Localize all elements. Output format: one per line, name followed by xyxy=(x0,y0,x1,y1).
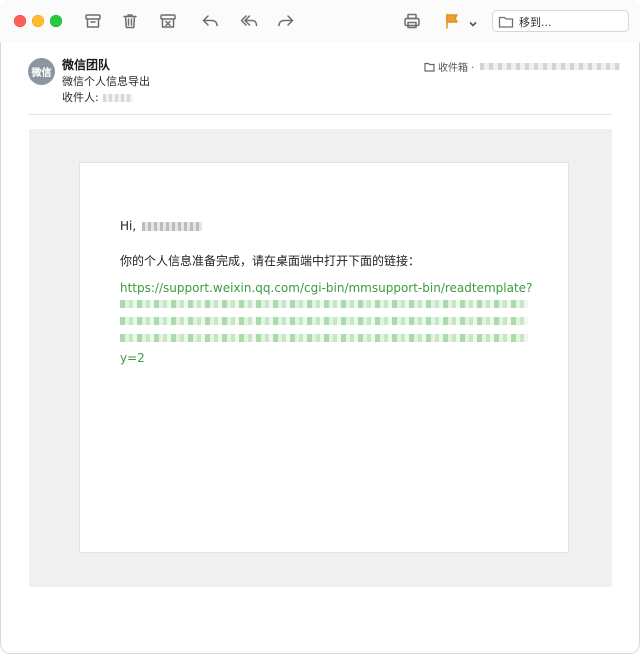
recipient-label: 收件人: xyxy=(62,91,99,104)
reply-all-icon[interactable] xyxy=(238,10,260,32)
link-redacted-2[interactable] xyxy=(120,317,528,325)
email-subject: 微信个人信息导出 xyxy=(62,75,150,88)
intro-text: 你的个人信息准备完成，请在桌面端中打开下面的链接： xyxy=(120,254,421,268)
export-link[interactable]: https://support.weixin.qq.com/cgi-bin/mm… xyxy=(120,281,532,295)
move-to-button[interactable]: 移到... xyxy=(492,10,629,32)
greeting-text: Hi, xyxy=(120,219,137,233)
mail-window: 移到... 微信 微信团队 微信个人信息导出 收件人: 收件箱 · Hi, 你的… xyxy=(0,0,640,654)
chevron-down-icon[interactable] xyxy=(468,14,482,28)
print-icon[interactable] xyxy=(401,10,423,32)
greeting-line: Hi, xyxy=(120,219,203,233)
mailbox-label: 收件箱 · xyxy=(438,63,475,74)
zoom-window-button[interactable] xyxy=(50,15,62,27)
mailbox-info: 收件箱 · xyxy=(424,59,621,74)
toolbar: 移到... xyxy=(0,0,640,42)
forward-icon[interactable] xyxy=(275,10,297,32)
move-to-label: 移到... xyxy=(519,16,552,29)
link-redacted-3[interactable] xyxy=(120,334,528,342)
close-window-button[interactable] xyxy=(14,15,26,27)
export-link-end[interactable]: y=2 xyxy=(120,351,145,365)
date-redacted xyxy=(480,63,621,70)
flag-icon[interactable] xyxy=(441,10,463,32)
message-card: Hi, 你的个人信息准备完成，请在桌面端中打开下面的链接： https://su… xyxy=(79,162,569,553)
folder-icon xyxy=(498,14,514,28)
minimize-window-button[interactable] xyxy=(32,15,44,27)
trash-icon[interactable] xyxy=(119,10,141,32)
recipient-line: 收件人: xyxy=(62,89,133,105)
recipient-redacted xyxy=(102,94,133,102)
archive-icon[interactable] xyxy=(82,10,104,32)
junk-icon[interactable] xyxy=(157,10,179,32)
reply-icon[interactable] xyxy=(199,10,221,32)
folder-icon xyxy=(424,62,435,72)
username-redacted xyxy=(142,221,203,231)
sender-avatar: 微信 xyxy=(28,58,55,85)
link-redacted-1[interactable] xyxy=(120,300,528,308)
header-divider xyxy=(28,114,612,115)
sender-name[interactable]: 微信团队 xyxy=(62,56,110,73)
